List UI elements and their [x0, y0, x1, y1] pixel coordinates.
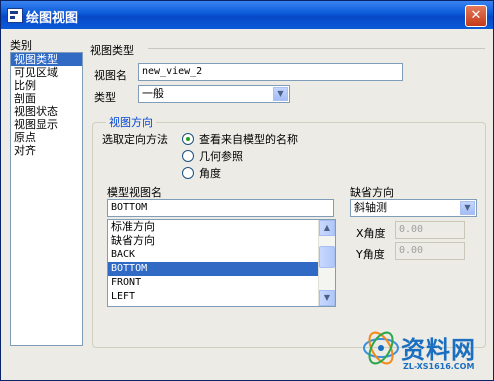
type-select-value: 一般 — [142, 87, 164, 100]
type-label: 类型 — [94, 91, 116, 104]
chevron-down-icon: ▼ — [460, 201, 475, 215]
category-item-visible-area[interactable]: 可见区域 — [11, 66, 82, 79]
categories-list[interactable]: 视图类型 可见区域 比例 剖面 视图状态 视图显示 原点 对齐 — [10, 52, 83, 346]
radio-geometry-reference[interactable] — [182, 150, 194, 162]
default-orientation-label: 缺省方向 — [350, 186, 394, 199]
model-view-item[interactable]: BACK — [108, 248, 335, 262]
category-item-section[interactable]: 剖面 — [11, 92, 82, 105]
type-select[interactable]: 一般 ▼ — [138, 85, 290, 103]
scroll-thumb[interactable] — [319, 246, 335, 268]
orientation-group-title: 视图方向 — [106, 114, 156, 130]
close-button[interactable]: ✕ — [465, 5, 487, 27]
model-view-item[interactable]: 缺省方向 — [108, 234, 335, 248]
model-view-item-selected[interactable]: BOTTOM — [108, 262, 335, 276]
categories-label: 类别 — [10, 39, 32, 52]
section-divider — [148, 48, 485, 49]
radio-model-view-name[interactable] — [182, 133, 194, 145]
category-item-view-display[interactable]: 视图显示 — [11, 118, 82, 131]
radio-angle-label[interactable]: 角度 — [199, 165, 221, 181]
watermark: 资料网 ZL-XS1616.COM — [361, 328, 491, 378]
category-item-origin[interactable]: 原点 — [11, 131, 82, 144]
watermark-url: ZL-XS1616.COM — [403, 362, 475, 371]
view-name-label: 视图名 — [94, 69, 127, 82]
model-view-item[interactable]: LEFT — [108, 290, 335, 304]
window-title: 绘图视图 — [26, 11, 79, 26]
radio-model-view-name-label[interactable]: 查看来自模型的名称 — [199, 131, 298, 147]
y-angle-field: 0.00 — [395, 242, 465, 260]
model-view-item[interactable]: FRONT — [108, 276, 335, 290]
x-angle-label: X角度 — [356, 227, 386, 240]
model-views-list[interactable]: 标准方向 缺省方向 BACK BOTTOM FRONT LEFT ▲ ▼ — [107, 219, 336, 307]
drawing-view-dialog: 绘图视图 ✕ 类别 视图类型 可见区域 比例 剖面 视图状态 视图显示 原点 对… — [0, 0, 494, 381]
scroll-up-icon[interactable]: ▲ — [319, 220, 335, 236]
model-views-label: 模型视图名 — [107, 186, 162, 199]
model-view-item[interactable]: 标准方向 — [108, 220, 335, 234]
orientation-method-label: 选取定向方法 — [102, 133, 168, 146]
view-name-field[interactable]: new_view_2 — [138, 63, 403, 81]
category-item-alignment[interactable]: 对齐 — [11, 144, 82, 157]
category-item-view-state[interactable]: 视图状态 — [11, 105, 82, 118]
title-bar[interactable]: 绘图视图 ✕ — [1, 1, 493, 29]
x-angle-field: 0.00 — [395, 221, 465, 239]
view-type-section-title: 视图类型 — [90, 44, 134, 57]
y-angle-label: Y角度 — [356, 248, 385, 261]
category-item-scale[interactable]: 比例 — [11, 79, 82, 92]
default-orientation-select[interactable]: 斜轴测 ▼ — [350, 199, 477, 217]
scroll-down-icon[interactable]: ▼ — [319, 290, 335, 306]
category-item-view-type[interactable]: 视图类型 — [11, 53, 82, 66]
app-icon — [7, 8, 23, 23]
radio-geometry-reference-label[interactable]: 几何参照 — [199, 148, 243, 164]
default-orientation-value: 斜轴测 — [354, 201, 387, 214]
model-view-name-field[interactable]: BOTTOM — [107, 199, 334, 217]
watermark-logo-icon — [363, 331, 399, 365]
chevron-down-icon: ▼ — [273, 87, 288, 101]
list-scrollbar[interactable]: ▲ ▼ — [318, 220, 335, 306]
watermark-brand: 资料网 — [401, 336, 476, 364]
radio-angle[interactable] — [182, 167, 194, 179]
